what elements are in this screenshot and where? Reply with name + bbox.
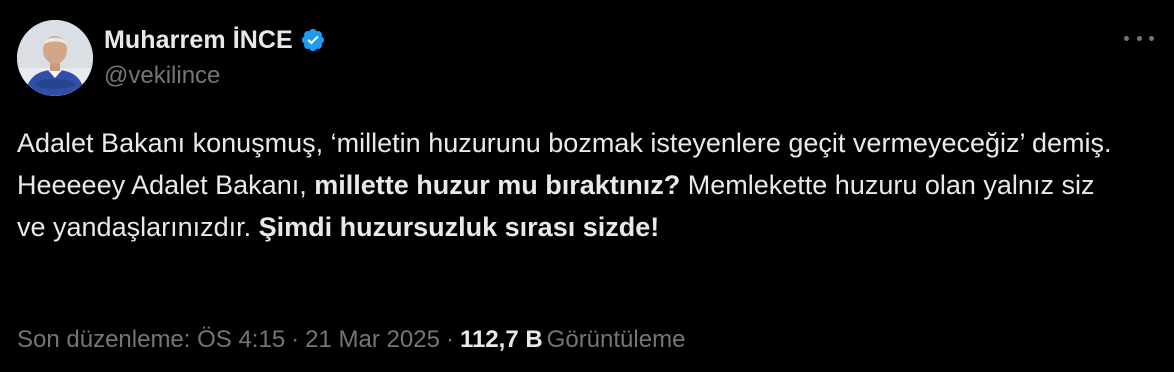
views-label: Görüntüleme — [546, 326, 686, 353]
edited-timestamp[interactable]: Son düzenleme: ÖS 4:15 — [17, 326, 285, 353]
tweet-meta: Son düzenleme: ÖS 4:15 · 21 Mar 2025 · 112,7… — [17, 326, 685, 354]
dot — [1136, 35, 1142, 41]
avatar[interactable] — [17, 20, 93, 96]
separator: · — [291, 326, 300, 353]
separator: · — [445, 326, 454, 353]
more-dots-icon[interactable] — [1124, 28, 1154, 48]
name-row: Muharrem İNCE — [104, 24, 326, 56]
tweet-text-bold-segment: Şimdi huzursuzluk sırası sizde! — [258, 212, 660, 242]
tweet-text-bold-segment: millette huzur mu bıraktınız? — [314, 170, 681, 200]
tweet-date[interactable]: 21 Mar 2025 — [305, 326, 440, 353]
handle[interactable]: @vekilince — [104, 62, 326, 90]
author-block: Muharrem İNCE @vekilince — [104, 24, 326, 90]
tweet-card: Muharrem İNCE @vekilince Adalet Bakanı k… — [0, 0, 1174, 372]
verified-badge-icon[interactable] — [300, 27, 326, 53]
dot — [1149, 35, 1154, 41]
avatar-image — [17, 20, 93, 96]
views-count[interactable]: 112,7 B — [460, 326, 543, 353]
dot — [1124, 35, 1129, 41]
display-name[interactable]: Muharrem İNCE — [104, 26, 293, 55]
tweet-text: Adalet Bakanı konuşmuş, ‘milletin huzuru… — [17, 122, 1127, 248]
